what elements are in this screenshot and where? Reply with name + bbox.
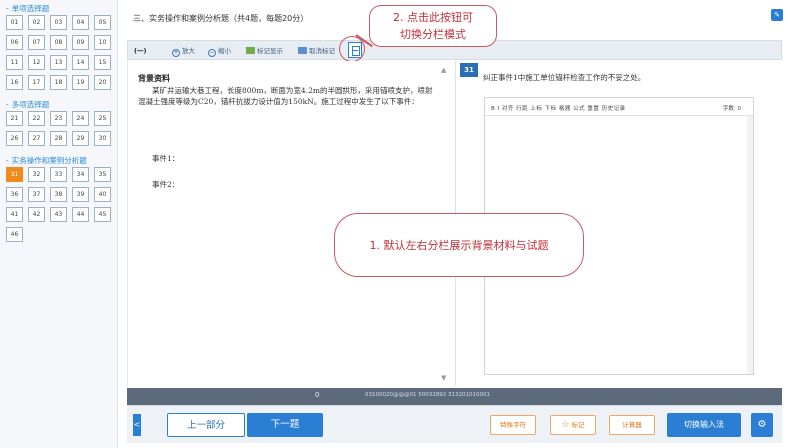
zoom-out-button[interactable]: − 缩小 [208,45,231,57]
bottom-bar: < 上一部分 下一题 特殊字符 ☆ 标记 计算器 切换输入法 ⚙ [127,405,782,443]
question-button[interactable]: 03 [50,15,67,30]
section-heading: 单项选择题 [6,3,113,15]
question-button[interactable]: 07 [28,35,45,50]
status-bar: 0 03100020@@@01 50032892 313201010001 [127,388,782,405]
scroll-down-icon[interactable]: ▼ [441,374,446,382]
status-code: 03100020@@@01 50032892 313201010001 [365,392,490,398]
editor-scrollbar[interactable] [747,116,753,374]
event-1-label: 事件1： [152,154,180,163]
calculator-button[interactable]: 计算器 [609,415,655,435]
highlight-icon [246,47,255,54]
question-button[interactable]: 04 [72,15,89,30]
callout-switch-mode: 2. 点击此按钮可 切换分栏模式 [369,5,497,47]
question-button[interactable]: 41 [6,207,23,222]
question-button[interactable]: 36 [6,187,23,202]
zoom-out-icon: − [208,49,216,57]
question-button[interactable]: 34 [72,167,89,182]
question-button[interactable]: 25 [94,111,111,126]
question-button[interactable]: 30 [94,131,111,146]
question-button[interactable]: 42 [28,207,45,222]
question-button[interactable]: 26 [6,131,23,146]
switch-input-method-button[interactable]: 切换输入法 [667,413,741,437]
section-heading: 实务操作和案例分析题 [6,155,113,167]
previous-part-button[interactable]: 上一部分 [167,413,245,437]
question-button[interactable]: 35 [94,167,111,182]
question-navigator: 单项选择题01 02 03 04 05 06 07 08 09 10 11 12 13 14 15 16 17 1… [0,0,118,448]
question-number-badge: 31 [460,63,478,77]
question-button[interactable]: 40 [94,187,111,202]
question-grid: 31 32 33 34 35 36 37 38 39 40 41 42 43 44 45 46 [4,167,114,247]
scroll-up-icon[interactable]: ▲ [441,66,446,74]
section-heading: 多项选择题 [6,99,113,111]
callout-default-layout: 1. 默认左右分栏展示背景材料与试题 [334,213,584,277]
question-button[interactable]: 19 [72,75,89,90]
mark-button[interactable]: ☆ 标记 [550,415,596,435]
next-question-button[interactable]: 下一题 [247,413,323,437]
editor-tools[interactable]: B I 对齐 行距 上标 下标 格器 公式 重置 历史记录 [491,104,626,112]
question-button[interactable]: 38 [50,187,67,202]
background-text: 某矿井运输大巷工程，长度800m，断面为宽4.2m的半圆拱形，采用锚喷支护，喷射… [138,86,433,106]
note-icon[interactable]: ✎ [771,9,783,21]
question-button[interactable]: 17 [28,75,45,90]
question-text: 纠正事件1中施工单位锚杆检查工作的不妥之处。 [483,73,646,82]
question-button[interactable]: 32 [28,167,45,182]
status-number: 0 [315,391,320,399]
question-button[interactable]: 24 [72,111,89,126]
question-button[interactable]: 44 [72,207,89,222]
highlight-button[interactable]: 标记显示 [246,45,283,57]
question-group-label: (一) [134,47,147,55]
event-2-label: 事件2： [152,180,180,189]
question-button[interactable]: 29 [72,131,89,146]
clear-highlight-button[interactable]: 取消标记 [298,45,335,57]
collapse-sidebar-button[interactable]: < [133,414,141,436]
question-button[interactable]: 21 [6,111,23,126]
question-button[interactable]: 37 [28,187,45,202]
question-button[interactable]: 22 [28,111,45,126]
question-button[interactable]: 15 [94,55,111,70]
clear-highlight-icon [298,47,307,54]
gear-icon[interactable]: ⚙ [751,413,773,437]
question-button[interactable]: 33 [50,167,67,182]
star-icon: ☆ [561,420,570,430]
word-count: 字数: 0 [722,106,741,112]
question-button[interactable]: 23 [50,111,67,126]
question-grid: 01 02 03 04 05 06 07 08 09 10 11 12 13 14 15 16 17 18 19 20 [4,15,114,95]
question-button[interactable]: 45 [94,207,111,222]
question-button[interactable]: 11 [6,55,23,70]
question-grid: 21 22 23 24 25 26 27 28 29 30 [4,111,114,151]
question-button[interactable]: 13 [50,55,67,70]
question-button[interactable]: 16 [6,75,23,90]
question-button[interactable]: 05 [94,15,111,30]
question-button[interactable]: 14 [72,55,89,70]
question-button[interactable]: 09 [72,35,89,50]
question-button[interactable]: 20 [94,75,111,90]
section-title: 三、实务操作和案例分析题（共4题，每题20分） [133,14,309,23]
question-button[interactable]: 18 [50,75,67,90]
question-button[interactable]: 43 [50,207,67,222]
background-title: 背景资料 [138,74,170,83]
question-button[interactable]: 12 [28,55,45,70]
editor-toolbar[interactable]: B I 对齐 行距 上标 下标 格器 公式 重置 历史记录 字数: 0 [485,98,753,116]
zoom-in-icon: + [172,49,180,57]
question-button[interactable]: 08 [50,35,67,50]
zoom-in-button[interactable]: + 放大 [172,45,195,57]
question-button[interactable]: 01 [6,15,23,30]
question-button[interactable]: 10 [94,35,111,50]
special-chars-button[interactable]: 特殊字符 [490,415,536,435]
question-button[interactable]: 28 [50,131,67,146]
question-button[interactable]: 31 [6,167,23,182]
question-button[interactable]: 02 [28,15,45,30]
question-button[interactable]: 27 [28,131,45,146]
question-button[interactable]: 39 [72,187,89,202]
question-button[interactable]: 06 [6,35,23,50]
question-button[interactable]: 46 [6,227,23,242]
